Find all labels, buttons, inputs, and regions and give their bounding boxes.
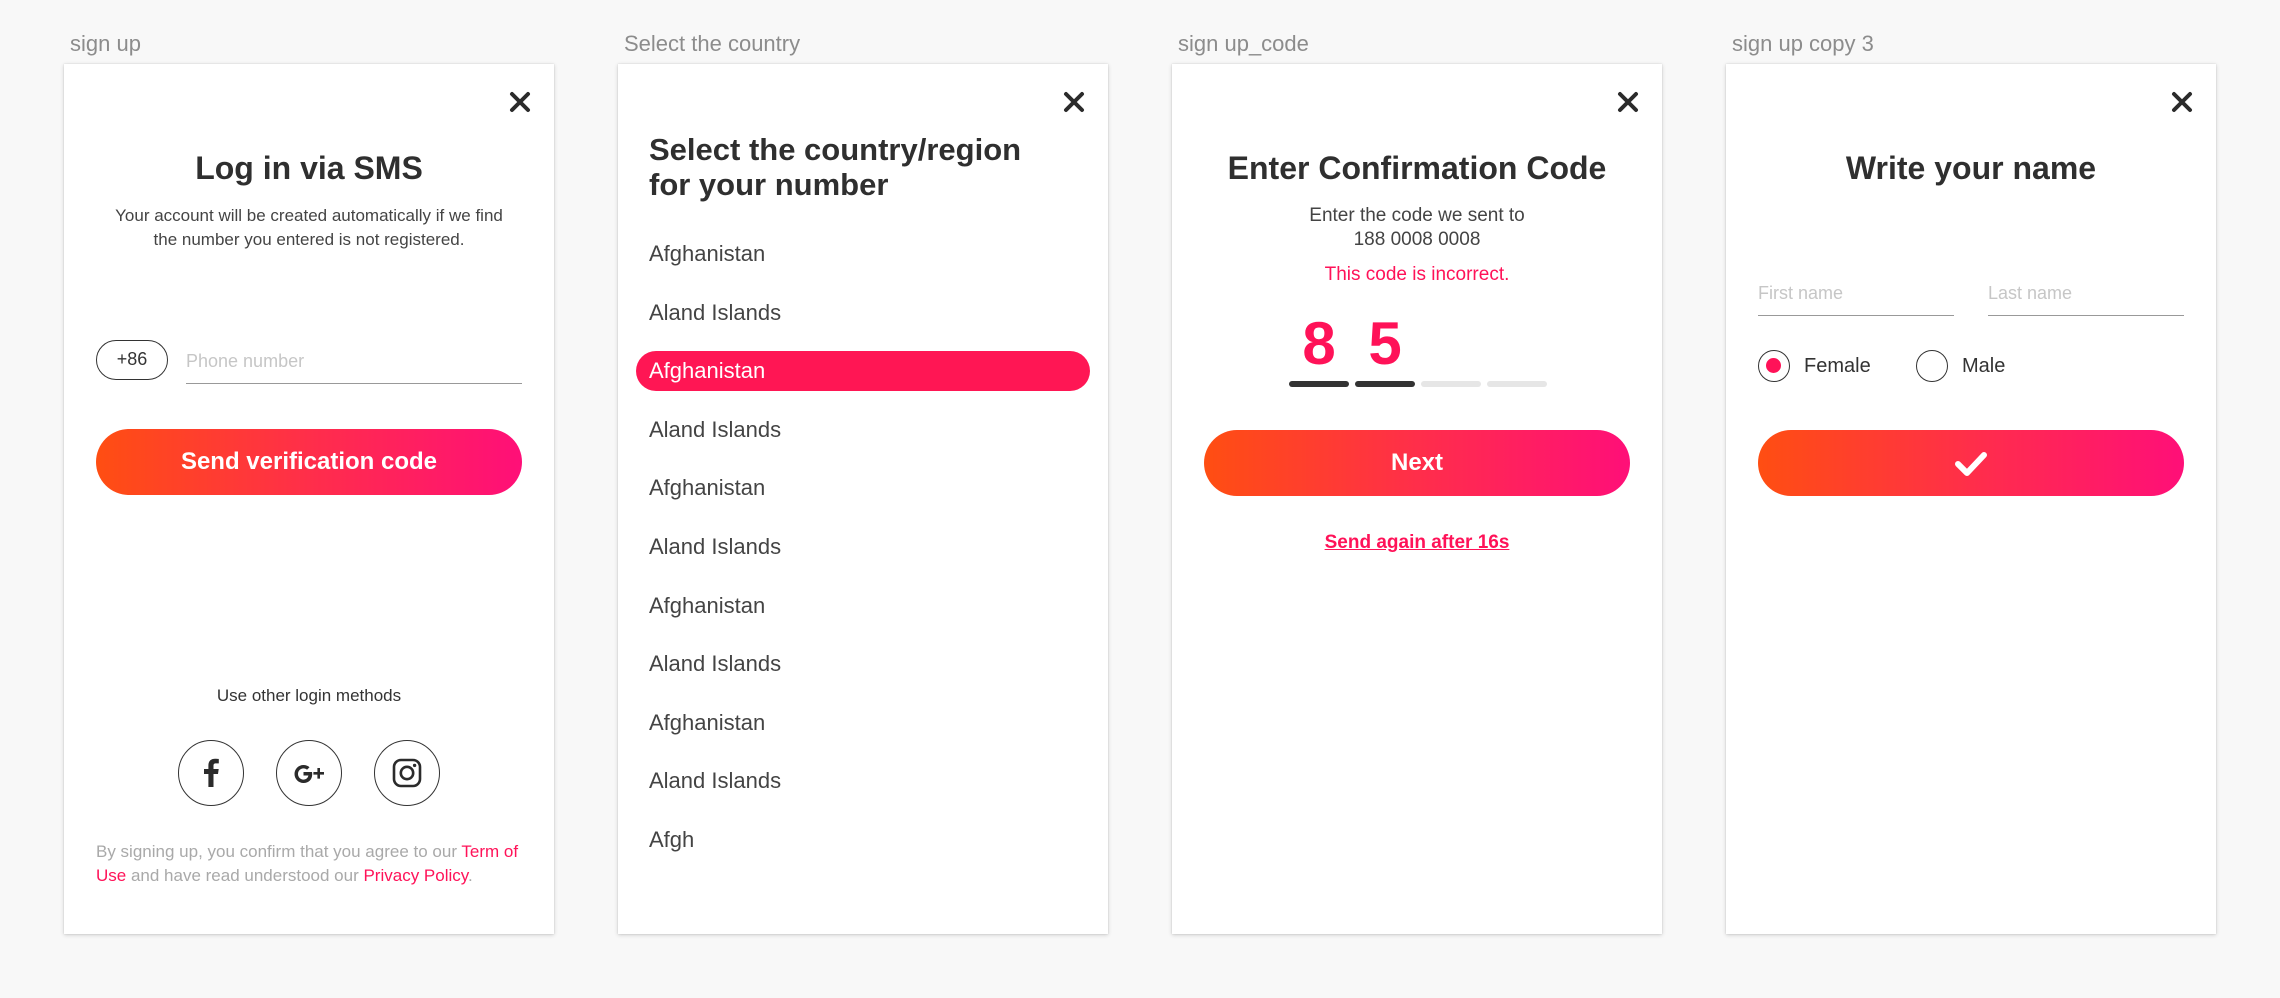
country-list-item[interactable]: Aland Islands	[636, 644, 1090, 684]
close-icon[interactable]	[1056, 84, 1092, 120]
signup-subtitle: Your account will be created automatical…	[115, 206, 503, 249]
instagram-icon	[392, 758, 422, 788]
code-digit[interactable]: 5	[1355, 314, 1415, 374]
google-plus-button[interactable]	[276, 740, 342, 806]
artboard-label-signup: sign up	[70, 31, 141, 56]
country-list-item[interactable]: Aland Islands	[636, 761, 1090, 801]
privacy-policy-link[interactable]: Privacy Policy	[363, 866, 468, 885]
checkmark-icon	[1955, 451, 1987, 476]
resend-code-link[interactable]: Send again after 16s	[1172, 532, 1662, 554]
country-list-item[interactable]: Aland Islands	[636, 410, 1090, 450]
other-login-methods-label: Use other login methods	[216, 686, 402, 705]
country-list-item[interactable]: Afgh	[636, 820, 1090, 860]
artboard-label-code: sign up_code	[1178, 31, 1309, 56]
facebook-button[interactable]	[178, 740, 244, 806]
male-label: Male	[1962, 354, 2006, 377]
artboard-label-name: sign up copy 3	[1732, 31, 1874, 56]
radio-circle	[1758, 350, 1790, 382]
female-label: Female	[1804, 354, 1871, 377]
terms-prefix: By signing up, you confirm that you agre…	[96, 842, 462, 861]
female-radio[interactable]: Female	[1758, 350, 1871, 382]
terms-suffix: .	[468, 866, 473, 885]
page-title: Write your name	[1845, 150, 2097, 186]
close-icon[interactable]	[1610, 84, 1646, 120]
country-list: Afghanistan Aland Islands Afghanistan Aland…	[636, 234, 1090, 879]
code-digit-underline	[1289, 381, 1349, 387]
country-list-item[interactable]: Afghanistan	[636, 703, 1090, 743]
code-screen: Enter Confirmation Code Enter the code w…	[1172, 64, 1662, 934]
google-plus-icon	[294, 765, 324, 783]
close-icon[interactable]	[502, 84, 538, 120]
terms-text: By signing up, you confirm that you agre…	[96, 840, 522, 888]
country-list-item[interactable]: Afghanistan	[636, 468, 1090, 508]
code-digit-underline	[1355, 381, 1415, 387]
terms-middle: and have read understood our	[126, 866, 364, 885]
country-list-item[interactable]: Aland Islands	[636, 527, 1090, 567]
code-digit[interactable]: 8	[1289, 314, 1349, 374]
artboard-label-country: Select the country	[624, 31, 801, 56]
first-name-input[interactable]	[1758, 272, 1954, 316]
code-digit-underline	[1421, 381, 1481, 387]
page-title: Enter Confirmation Code	[1227, 150, 1607, 186]
signup-screen: Log in via SMS Your account will be crea…	[64, 64, 554, 934]
name-screen: Write your name Female Male	[1726, 64, 2216, 934]
instagram-button[interactable]	[374, 740, 440, 806]
phone-number-input[interactable]	[186, 340, 522, 384]
page-title: Select the country/region for your numbe…	[649, 132, 1022, 202]
close-icon[interactable]	[2164, 84, 2200, 120]
country-screen: Select the country/region for your numbe…	[618, 64, 1108, 934]
country-list-item[interactable]: Aland Islands	[636, 293, 1090, 333]
last-name-input[interactable]	[1988, 272, 2184, 316]
country-list-item[interactable]: Afghanistan	[636, 351, 1090, 392]
next-button[interactable]: Next	[1204, 430, 1630, 496]
country-list-item[interactable]: Afghanistan	[636, 234, 1090, 274]
code-instruction: Enter the code we sent to	[1309, 205, 1525, 226]
code-phone-number: 188 0008 0008	[1353, 229, 1481, 250]
country-code-button[interactable]: +86	[96, 340, 168, 380]
facebook-icon	[204, 758, 219, 787]
send-verification-code-button[interactable]: Send verification code	[96, 429, 522, 495]
country-list-item[interactable]: Afghanistan	[636, 586, 1090, 626]
confirm-button[interactable]	[1758, 430, 2184, 496]
male-radio[interactable]: Male	[1916, 350, 2005, 382]
radio-circle	[1916, 350, 1948, 382]
page-title: Log in via SMS	[195, 150, 423, 186]
error-message: This code is incorrect.	[1324, 264, 1510, 285]
code-digit-underline	[1487, 381, 1547, 387]
